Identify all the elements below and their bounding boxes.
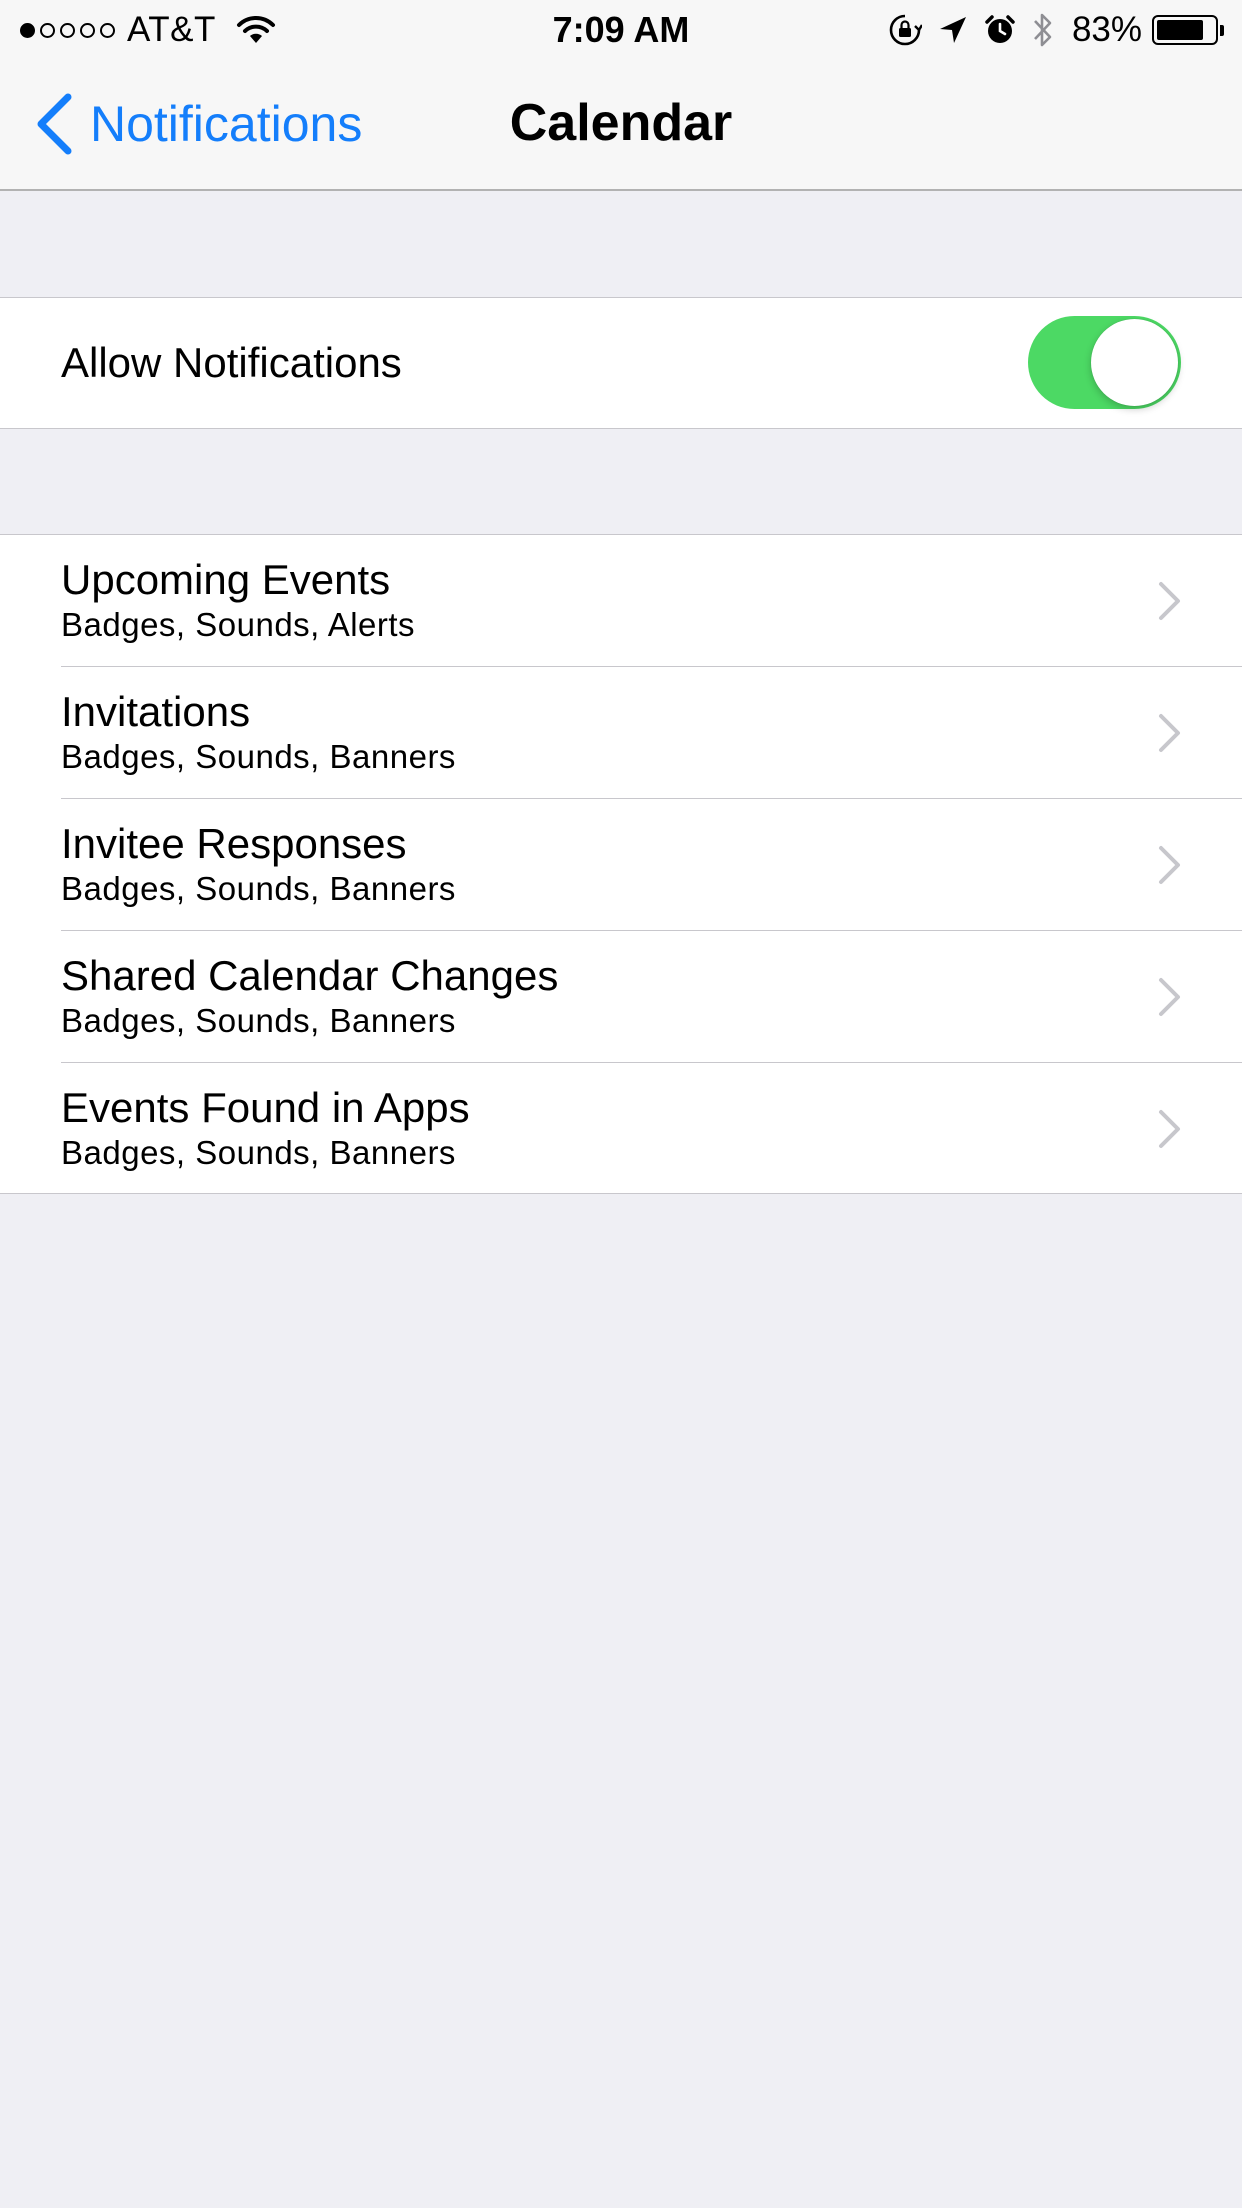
battery-level: [1157, 20, 1204, 40]
list-item-events-found-in-apps[interactable]: Events Found in Apps Badges, Sounds, Ban…: [0, 1063, 1242, 1195]
chevron-right-icon: [1159, 846, 1180, 884]
status-bar: AT&T 7:09 AM 83%: [0, 0, 1242, 60]
toggle-knob: [1091, 319, 1178, 406]
list-item-subtitle: Badges, Sounds, Banners: [61, 738, 456, 775]
list-item-title: Invitee Responses: [61, 820, 407, 867]
chevron-right-icon: [1159, 1110, 1180, 1148]
page-title: Calendar: [509, 94, 733, 152]
list-item-subtitle: Badges, Sounds, Banners: [61, 1002, 456, 1039]
list-item-invitations[interactable]: Invitations Badges, Sounds, Banners: [0, 667, 1242, 799]
battery-tip: [1220, 24, 1224, 36]
allow-notifications-label: Allow Notifications: [61, 339, 402, 386]
list-item-title: Shared Calendar Changes: [61, 952, 559, 999]
list-item-subtitle: Badges, Sounds, Alerts: [61, 606, 416, 643]
allow-notifications-toggle[interactable]: [1028, 316, 1181, 409]
location-arrow-icon: [938, 15, 968, 45]
list-item-subtitle: Badges, Sounds, Banners: [61, 1134, 456, 1171]
battery-icon: [1152, 15, 1224, 45]
alarm-clock-icon: [984, 14, 1016, 46]
chevron-right-icon: [1159, 714, 1180, 752]
list-item-subtitle: Badges, Sounds, Banners: [61, 870, 456, 907]
notification-types-list: Upcoming Events Badges, Sounds, Alerts I…: [0, 534, 1242, 1194]
navigation-bar: Notifications Calendar: [0, 60, 1242, 191]
battery-body: [1152, 15, 1218, 45]
chevron-right-icon: [1159, 582, 1180, 620]
bluetooth-icon: [1032, 11, 1054, 49]
chevron-right-icon: [1159, 978, 1180, 1016]
list-item-title: Upcoming Events: [61, 556, 391, 603]
list-item-title: Events Found in Apps: [61, 1084, 470, 1131]
list-item-shared-calendar-changes[interactable]: Shared Calendar Changes Badges, Sounds, …: [0, 931, 1242, 1063]
status-bar-right: 83%: [872, 0, 1224, 60]
list-item-invitee-responses[interactable]: Invitee Responses Badges, Sounds, Banner…: [0, 799, 1242, 931]
allow-notifications-section: Allow Notifications: [0, 297, 1242, 429]
list-item-title: Invitations: [61, 688, 251, 735]
rotation-lock-icon: [888, 13, 922, 47]
battery-percent: 83%: [1071, 10, 1142, 49]
list-item-upcoming-events[interactable]: Upcoming Events Badges, Sounds, Alerts: [0, 535, 1242, 667]
